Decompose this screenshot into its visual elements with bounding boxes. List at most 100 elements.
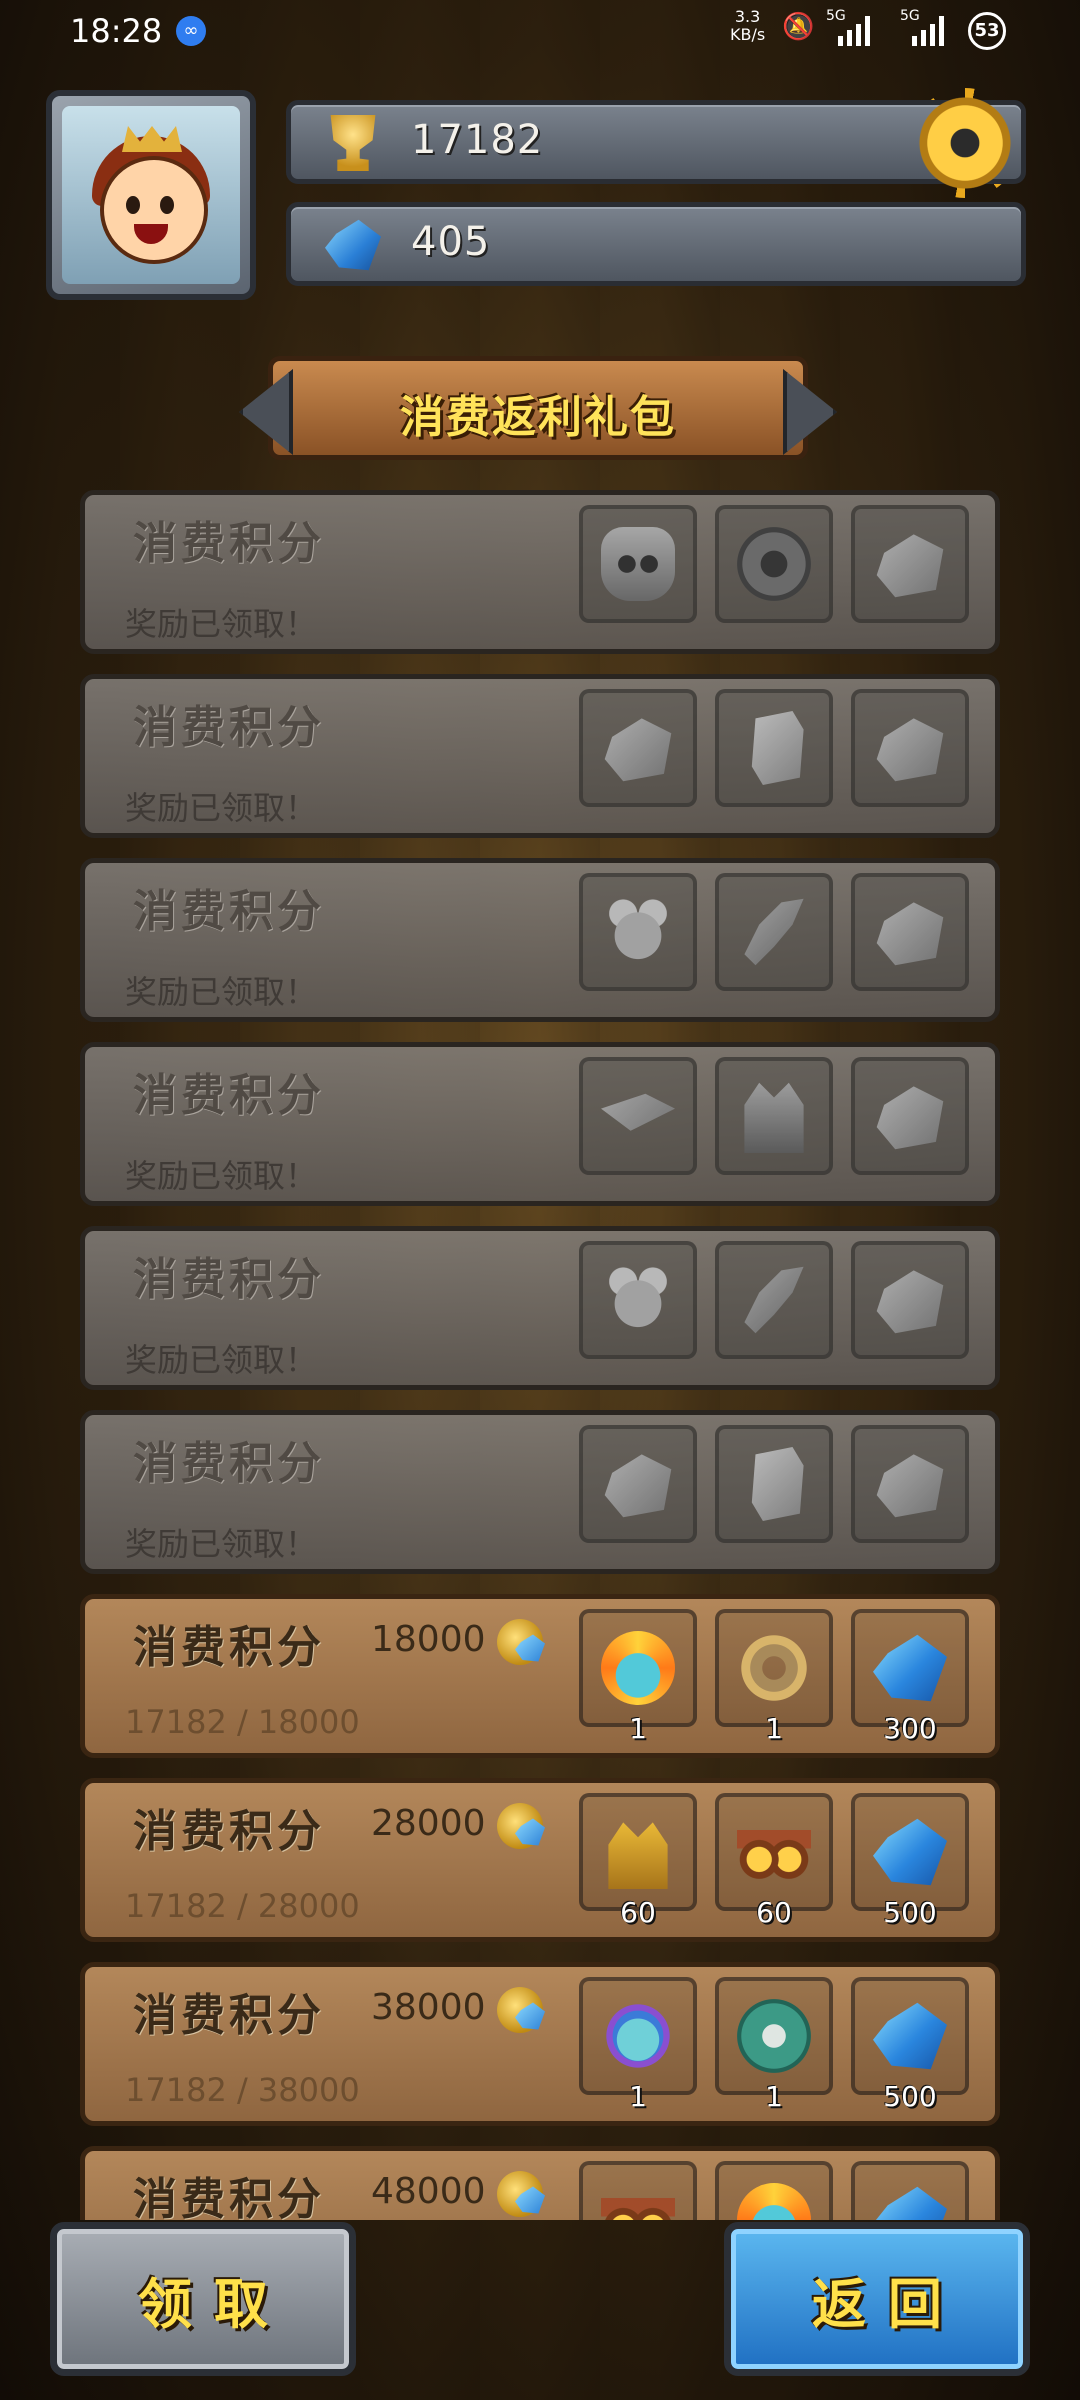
goggles-icon — [737, 1815, 811, 1889]
reward-slot[interactable] — [715, 1057, 833, 1175]
claim-button-label: 领取 — [138, 2272, 290, 2336]
player-avatar[interactable] — [46, 90, 256, 300]
reward-quantity: 500 — [883, 2080, 937, 2113]
net-speed-value: 3.3 — [734, 7, 761, 26]
reward-slot[interactable] — [851, 873, 969, 991]
signal-1-icon: 5G — [826, 8, 870, 46]
mask-icon — [601, 527, 675, 601]
reward-row[interactable]: 消费积分 38000 17182 / 38000 1 1 500 — [80, 1962, 1000, 2126]
coin-gem-icon — [497, 1619, 543, 1665]
gem-icon — [873, 1634, 947, 1702]
reward-slot[interactable]: 1 — [579, 1609, 697, 1745]
row-progress: 17182 / 38000 — [125, 2071, 360, 2109]
reward-row[interactable]: 消费积分 奖励已领取！ — [80, 490, 1000, 654]
reward-slot[interactable] — [579, 1241, 697, 1359]
row-claimed-status: 奖励已领取！ — [125, 1525, 318, 1563]
back-button-label: 返回 — [812, 2272, 964, 2336]
reward-slot[interactable]: 60 — [579, 1793, 697, 1929]
coin-icon — [737, 527, 811, 601]
gem-icon — [873, 1818, 947, 1886]
hero-icon — [737, 2183, 811, 2220]
net-speed-unit: KB/s — [730, 25, 766, 44]
reward-slots: 1 1 300 — [579, 1609, 969, 1745]
creature-icon — [601, 1263, 675, 1337]
reward-slot[interactable] — [715, 873, 833, 991]
helmet-icon — [608, 1822, 668, 1889]
reward-quantity: 1 — [629, 1712, 647, 1745]
reward-slot[interactable] — [851, 689, 969, 807]
row-label: 消费积分 — [133, 518, 325, 569]
coin-gem-icon — [497, 2171, 543, 2217]
row-target-points: 28000 — [371, 1803, 486, 1844]
crystal-icon — [751, 711, 804, 785]
row-label: 消费积分 — [133, 702, 325, 753]
reward-slots — [579, 2161, 969, 2220]
goggles-icon — [601, 2183, 675, 2220]
reward-slot[interactable] — [579, 2161, 697, 2220]
row-label: 消费积分 — [133, 1438, 325, 1489]
rock-icon — [604, 718, 672, 782]
reward-slot[interactable] — [715, 2161, 833, 2220]
reward-row[interactable]: 消费积分 奖励已领取！ — [80, 674, 1000, 838]
reward-slot[interactable] — [851, 505, 969, 623]
reward-slot[interactable] — [715, 1425, 833, 1543]
reward-slot[interactable] — [579, 1057, 697, 1175]
trophy-icon — [330, 115, 376, 171]
reward-row[interactable]: 消费积分 28000 17182 / 28000 60 60 500 — [80, 1778, 1000, 1942]
reward-row[interactable]: 消费积分 奖励已领取！ — [80, 858, 1000, 1022]
settings-gear-icon[interactable] — [910, 88, 1020, 198]
reward-slot[interactable] — [851, 2161, 969, 2220]
reward-slots — [579, 873, 969, 991]
claim-button[interactable]: 领取 — [50, 2222, 356, 2376]
reward-slots: 60 60 500 — [579, 1793, 969, 1929]
reward-slots — [579, 1057, 969, 1175]
reward-slot[interactable] — [579, 1425, 697, 1543]
reward-slot[interactable]: 1 — [715, 1609, 833, 1745]
coin-gem-icon — [497, 1803, 543, 1849]
reward-slot[interactable] — [851, 1057, 969, 1175]
reward-slot[interactable]: 1 — [715, 1977, 833, 2113]
reward-list[interactable]: 消费积分 奖励已领取！ 消费积分 奖励已领取！ 消费积分 奖励已领取！ 消费积分 奖励已领取！… — [80, 490, 1000, 2220]
reward-slot[interactable] — [579, 505, 697, 623]
book-icon — [601, 1093, 675, 1131]
signal-1-label: 5G — [826, 8, 846, 24]
gem-icon — [325, 219, 381, 271]
reward-row[interactable]: 消费积分 奖励已领取！ — [80, 1042, 1000, 1206]
reward-row[interactable]: 消费积分 48000 — [80, 2146, 1000, 2220]
reward-slot[interactable] — [715, 1241, 833, 1359]
reward-slot[interactable] — [715, 505, 833, 623]
reward-row[interactable]: 消费积分奖励已领取！ — [80, 1410, 1000, 1574]
gem-icon — [873, 2002, 947, 2070]
signal-2-icon: 5G — [900, 8, 944, 46]
creature-icon — [601, 895, 675, 969]
reward-slots — [579, 1425, 969, 1543]
back-button[interactable]: 返回 — [724, 2222, 1030, 2376]
gem-value: 405 — [411, 219, 491, 265]
page-title: 消费返利礼包 — [400, 392, 676, 443]
reward-slot[interactable] — [715, 689, 833, 807]
reward-slots — [579, 1241, 969, 1359]
avatar-face — [100, 156, 208, 264]
mute-bell-icon: 🔕 — [782, 12, 815, 42]
reward-row[interactable]: 消费积分 奖励已领取！ — [80, 1226, 1000, 1390]
row-label: 消费积分 — [133, 1622, 325, 1673]
reward-slot[interactable] — [579, 873, 697, 991]
avatar-eye — [160, 196, 174, 214]
reward-slot[interactable]: 60 — [715, 1793, 833, 1929]
rock-icon — [876, 1454, 944, 1518]
reward-quantity: 60 — [756, 1896, 792, 1929]
reward-slot[interactable] — [851, 1425, 969, 1543]
row-label: 消费积分 — [133, 1806, 325, 1857]
reward-row[interactable]: 消费积分 18000 17182 / 18000 1 1 300 — [80, 1594, 1000, 1758]
rock-icon — [876, 902, 944, 966]
hero-icon — [601, 1631, 675, 1705]
reward-slot[interactable]: 1 — [579, 1977, 697, 2113]
reward-slot[interactable] — [851, 1241, 969, 1359]
reward-slot[interactable]: 500 — [851, 1977, 969, 2113]
reward-slot[interactable]: 500 — [851, 1793, 969, 1929]
gem-icon — [873, 2186, 947, 2220]
row-target-points: 38000 — [371, 1987, 486, 2028]
bird-icon — [744, 1266, 804, 1334]
reward-slot[interactable]: 300 — [851, 1609, 969, 1745]
reward-slot[interactable] — [579, 689, 697, 807]
